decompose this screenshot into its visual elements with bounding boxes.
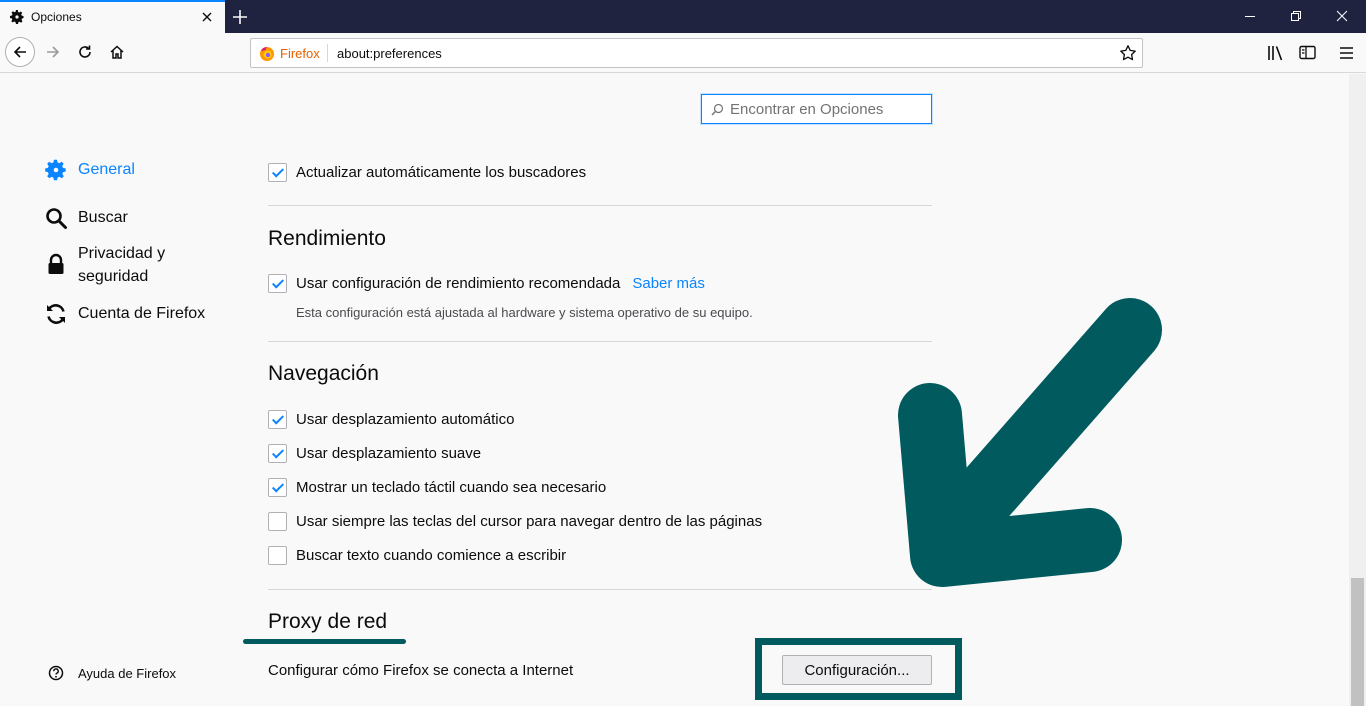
search-on-type-option[interactable]: Buscar texto cuando comience a escribir	[268, 546, 566, 565]
tab-bar: Opciones	[0, 0, 1366, 33]
help-link[interactable]: Ayuda de Firefox	[48, 665, 176, 681]
help-icon	[48, 665, 64, 681]
close-icon	[1336, 10, 1348, 22]
sidebar-item-label: Buscar	[78, 209, 128, 226]
gear-icon	[10, 10, 24, 24]
smooth-scroll-checkbox[interactable]	[268, 444, 287, 463]
caret-browsing-label: Usar siempre las teclas del cursor para …	[296, 513, 763, 530]
minimize-icon	[1245, 16, 1255, 17]
performance-heading: Rendimiento	[268, 227, 386, 250]
search-icon	[711, 103, 724, 116]
sidebar-toggle-icon[interactable]	[1299, 45, 1317, 61]
find-in-options-field[interactable]	[701, 94, 932, 124]
sidebar-item-label: General	[78, 161, 135, 178]
section-divider	[268, 341, 932, 342]
touch-keyboard-checkbox[interactable]	[268, 478, 287, 497]
scrollbar-thumb[interactable]	[1351, 578, 1364, 706]
close-window-button[interactable]	[1320, 0, 1366, 33]
autoscroll-option[interactable]: Usar desplazamiento automático	[268, 410, 514, 429]
section-divider	[268, 589, 932, 590]
update-search-engines-option[interactable]: Actualizar automáticamente los buscadore…	[268, 163, 586, 182]
network-proxy-heading: Proxy de red	[268, 610, 388, 633]
caret-browsing-checkbox[interactable]	[268, 512, 287, 531]
performance-description: Esta configuración está ajustada al hard…	[296, 305, 753, 320]
reload-button[interactable]	[70, 37, 100, 67]
help-label: Ayuda de Firefox	[78, 665, 177, 681]
search-on-type-checkbox[interactable]	[268, 546, 287, 565]
minimize-button[interactable]	[1228, 0, 1274, 33]
reload-icon	[79, 45, 91, 58]
search-icon	[46, 208, 67, 229]
smooth-scroll-label: Usar desplazamiento suave	[296, 445, 482, 462]
network-proxy-description: Configurar cómo Firefox se conecta a Int…	[268, 662, 574, 679]
tab-options[interactable]: Opciones	[0, 0, 225, 33]
autoscroll-label: Usar desplazamiento automático	[296, 411, 515, 428]
caret-browsing-option[interactable]: Usar siempre las teclas del cursor para …	[268, 512, 762, 531]
recommended-performance-label: Usar configuración de rendimiento recome…	[296, 275, 621, 292]
forward-arrow-icon	[47, 46, 60, 58]
new-tab-icon[interactable]	[230, 7, 250, 27]
back-arrow-icon	[13, 46, 26, 58]
browsing-heading: Navegación	[268, 362, 379, 385]
restore-icon	[1291, 11, 1301, 21]
touch-keyboard-label: Mostrar un teclado táctil cuando sea nec…	[296, 479, 607, 496]
close-tab-icon[interactable]	[198, 8, 216, 26]
library-icon[interactable]	[1267, 45, 1285, 61]
tab-title: Opciones	[31, 10, 82, 24]
sidebar-item-firefox-account[interactable]: Cuenta de Firefox	[44, 302, 205, 326]
search-input[interactable]	[730, 99, 925, 119]
update-search-engines-label: Actualizar automáticamente los buscadore…	[296, 164, 587, 181]
recommended-performance-option[interactable]: Usar configuración de rendimiento recome…	[268, 274, 705, 293]
search-on-type-label: Buscar texto cuando comience a escribir	[296, 547, 567, 564]
identity-label: Firefox	[280, 46, 320, 61]
sidebar-item-search[interactable]: Buscar	[44, 206, 128, 230]
update-search-engines-checkbox[interactable]	[268, 163, 287, 182]
smooth-scroll-option[interactable]: Usar desplazamiento suave	[268, 444, 481, 463]
restore-button[interactable]	[1274, 0, 1320, 33]
back-button[interactable]	[5, 37, 35, 67]
annotation-arrow-icon	[898, 298, 1162, 587]
annotation-underline	[243, 639, 406, 644]
sidebar-item-label: Cuenta de Firefox	[78, 305, 206, 322]
forward-button[interactable]	[38, 37, 68, 67]
navigation-toolbar: Firefox about:preferences	[0, 33, 1366, 73]
home-button[interactable]	[102, 37, 132, 67]
touch-keyboard-option[interactable]: Mostrar un teclado táctil cuando sea nec…	[268, 478, 606, 497]
learn-more-link[interactable]: Saber más	[632, 275, 705, 292]
sidebar-item-privacy[interactable]: Privacidad y seguridad	[44, 242, 188, 288]
section-divider	[268, 205, 932, 206]
hamburger-menu-icon[interactable]	[1338, 45, 1356, 61]
identity-separator	[327, 44, 328, 62]
lock-icon	[48, 253, 64, 274]
sidebar-item-general[interactable]: General	[44, 158, 135, 182]
url-bar[interactable]: Firefox about:preferences	[250, 38, 1143, 68]
url-text[interactable]: about:preferences	[337, 46, 442, 61]
annotation-highlight-box	[755, 638, 962, 700]
gear-icon	[45, 159, 66, 181]
bookmark-star-icon[interactable]	[1119, 44, 1137, 62]
autoscroll-checkbox[interactable]	[268, 410, 287, 429]
recommended-performance-checkbox[interactable]	[268, 274, 287, 293]
home-icon	[110, 45, 124, 59]
sync-icon	[47, 304, 65, 324]
firefox-logo-icon	[260, 47, 274, 61]
sidebar-item-label: Privacidad y seguridad	[78, 245, 166, 285]
